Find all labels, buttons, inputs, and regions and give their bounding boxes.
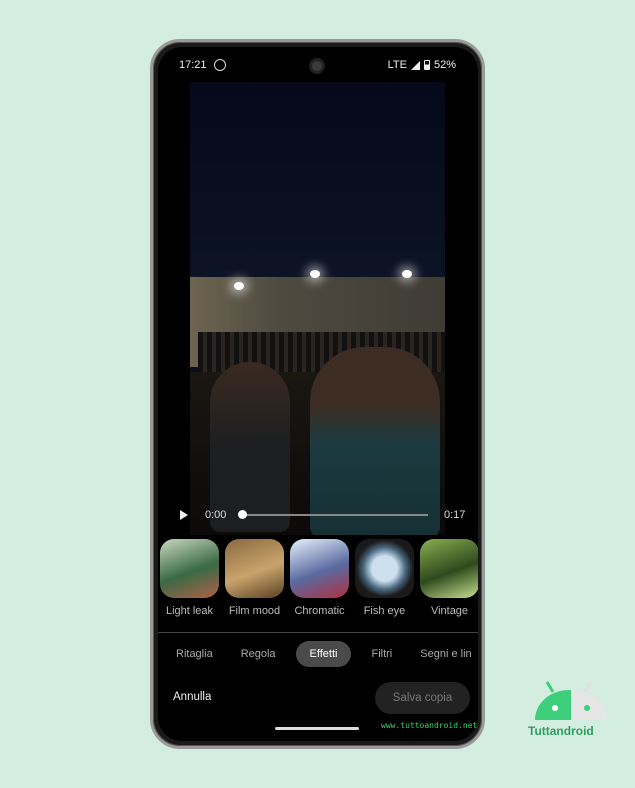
effects-list: Light leak Film mood Chromatic Fish eye … [160,539,478,617]
signal-icon [410,60,420,70]
effect-label: Fish eye [363,605,406,617]
effect-label: Chromatic [294,605,345,617]
play-icon[interactable] [180,510,188,520]
status-bar: 17:21 LTE 52% [158,58,478,75]
network-label: LTE [387,59,407,71]
logo-text: Tuttandroid [528,724,594,738]
tab-segni[interactable]: Segni e lin [406,641,478,667]
tab-effetti[interactable]: Effetti [295,641,352,667]
effect-thumbnail [225,539,284,598]
home-indicator[interactable] [275,727,359,730]
effect-thumbnail [355,539,414,598]
tab-filtri[interactable]: Filtri [357,641,406,667]
screen: 17:21 LTE 52% 0:00 0:17 Light leak Film … [158,47,478,741]
status-time: 17:21 [179,59,207,71]
battery-icon [423,60,430,70]
effect-film-mood[interactable]: Film mood [225,539,284,617]
effect-thumbnail [290,539,349,598]
playback-controls: 0:00 0:17 [158,507,478,523]
effect-vintage[interactable]: Vintage [420,539,478,617]
effect-thumbnail [420,539,478,598]
watermark: www.tuttoandroid.net [381,721,478,730]
video-light [402,270,412,278]
tab-regola[interactable]: Regola [227,641,290,667]
divider [158,632,478,633]
save-copy-button[interactable]: Salva copia [375,682,470,714]
seek-handle[interactable] [238,510,247,519]
effect-label: Vintage [430,605,469,617]
seek-bar[interactable] [242,514,428,516]
whatsapp-icon [214,59,226,71]
cancel-button[interactable]: Annulla [173,691,211,703]
effect-label: Light leak [165,605,214,617]
editor-tabs: Ritaglia Regola Effetti Filtri Segni e l… [162,641,478,667]
effect-thumbnail [160,539,219,598]
tab-ritaglia[interactable]: Ritaglia [162,641,227,667]
effect-light-leak[interactable]: Light leak [160,539,219,617]
effect-chromatic[interactable]: Chromatic [290,539,349,617]
video-light [310,270,320,278]
battery-level: 52% [433,59,456,71]
camera-cutout [309,58,325,74]
current-time: 0:00 [205,509,227,521]
effect-label: Film mood [228,605,281,617]
duration: 0:17 [444,509,466,521]
effect-fish-eye[interactable]: Fish eye [355,539,414,617]
video-preview[interactable] [190,82,445,535]
video-light [234,282,244,290]
